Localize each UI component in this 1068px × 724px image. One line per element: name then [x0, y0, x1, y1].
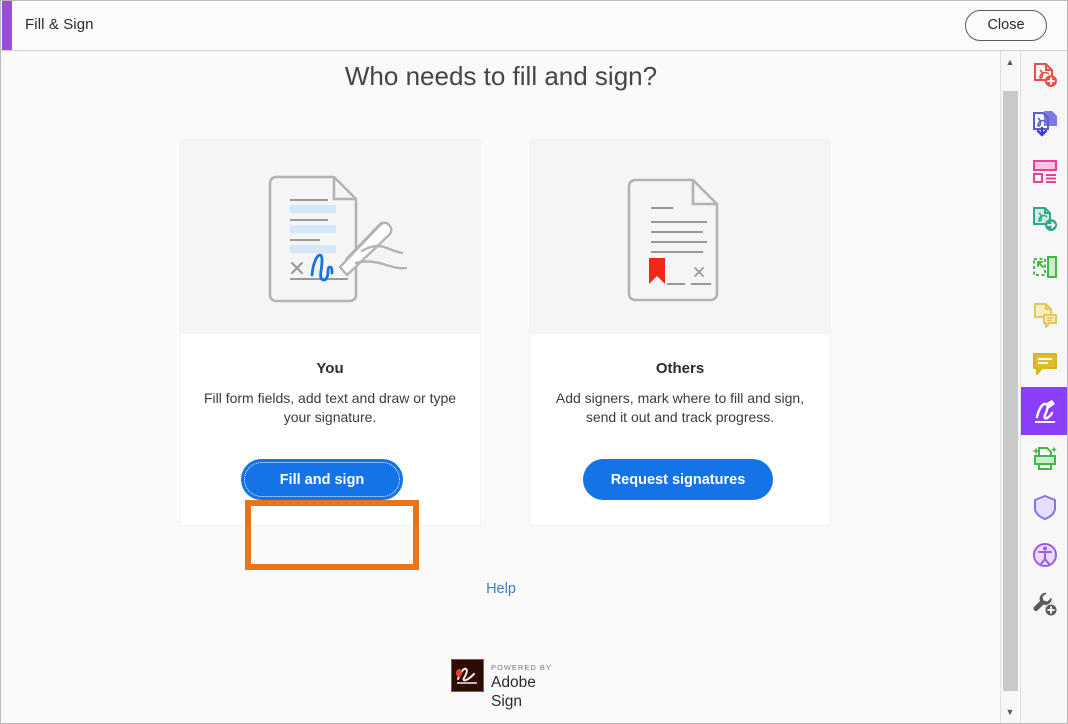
tool-combine-files[interactable]	[1021, 99, 1067, 147]
adobe-sign-brand-name: Adobe Sign	[491, 674, 536, 710]
tool-enhance-scans[interactable]	[1021, 435, 1067, 483]
tool-organize-pages[interactable]	[1021, 147, 1067, 195]
page-title: Fill & Sign	[25, 16, 94, 33]
card-body-you: You Fill form fields, add text and draw …	[180, 334, 480, 525]
tool-create-pdf[interactable]	[1021, 51, 1067, 99]
scroll-down-arrow-icon[interactable]: ▼	[1001, 703, 1019, 721]
vertical-scrollbar[interactable]: ▲ ▼	[1000, 51, 1019, 723]
fill-and-sign-button[interactable]: Fill and sign	[241, 459, 403, 500]
help-link[interactable]: Help	[2, 581, 1000, 597]
tool-fill-and-sign[interactable]	[1021, 387, 1067, 435]
comment-bubble-icon	[1032, 353, 1057, 375]
create-pdf-icon	[1033, 63, 1057, 87]
card-body-others: Others Add signers, mark where to fill a…	[530, 334, 830, 525]
option-card-you[interactable]: You Fill form fields, add text and draw …	[180, 140, 480, 525]
fill-and-sign-dialog: Fill & Sign Close Who needs to fill and …	[0, 0, 1068, 724]
tools-rail	[1020, 51, 1067, 723]
card-description-you: Fill form fields, add text and draw or t…	[203, 390, 457, 425]
tool-accessibility[interactable]	[1021, 531, 1067, 579]
option-card-others[interactable]: Others Add signers, mark where to fill a…	[530, 140, 830, 525]
tool-protect[interactable]	[1021, 483, 1067, 531]
adobe-sign-logo: POWERED BY Adobe Sign	[451, 659, 561, 710]
comment-page-icon	[1033, 303, 1057, 328]
document-with-red-ribbon-marker-icon	[627, 178, 719, 302]
edit-pdf-icon	[1032, 256, 1057, 278]
card-title-you: You	[316, 360, 344, 377]
export-pdf-icon	[1032, 207, 1057, 231]
card-description-others: Add signers, mark where to fill and sign…	[555, 390, 805, 425]
adobe-sign-mark-icon	[451, 659, 484, 692]
fill-and-sign-icon	[1034, 400, 1055, 423]
tool-comment-bubble[interactable]	[1021, 339, 1067, 387]
titlebar: Fill & Sign Close	[1, 1, 1067, 51]
wrench-icon	[1033, 592, 1056, 616]
tool-export-pdf[interactable]	[1021, 195, 1067, 243]
document-with-pen-signature-icon	[268, 175, 408, 303]
shield-icon	[1033, 495, 1056, 520]
powered-by-label: POWERED BY	[491, 663, 552, 672]
illustration-panel-you	[180, 140, 480, 334]
accessibility-icon	[1032, 543, 1057, 567]
close-button[interactable]: Close	[965, 10, 1047, 41]
content-pane: Who needs to fill and sign? You Fill for…	[2, 51, 1000, 723]
combine-files-icon	[1032, 111, 1057, 137]
tool-comment-page[interactable]	[1021, 291, 1067, 339]
main-heading: Who needs to fill and sign?	[344, 61, 658, 91]
scroll-up-arrow-icon[interactable]: ▲	[1001, 53, 1019, 71]
scrollbar-thumb[interactable]	[1003, 91, 1018, 691]
tool-more-tools[interactable]	[1021, 579, 1067, 627]
organize-pages-icon	[1032, 160, 1057, 183]
card-title-others: Others	[655, 360, 705, 377]
adobe-sign-wordmark: POWERED BY Adobe Sign	[491, 659, 561, 711]
illustration-panel-others	[530, 140, 830, 334]
tool-edit-pdf[interactable]	[1021, 243, 1067, 291]
titlebar-accent-strip	[2, 1, 12, 50]
enhance-scans-icon	[1032, 447, 1056, 470]
request-signatures-button[interactable]: Request signatures	[583, 459, 773, 500]
